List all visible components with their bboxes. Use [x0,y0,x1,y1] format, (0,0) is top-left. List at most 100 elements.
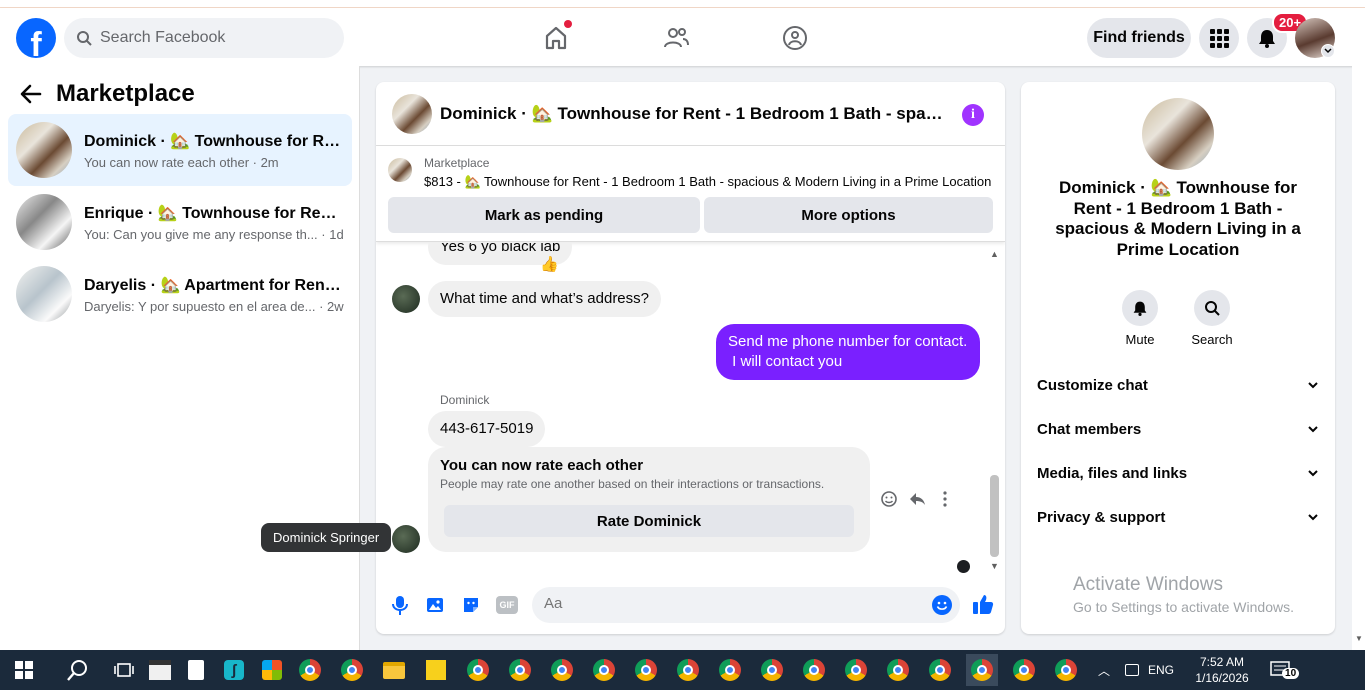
like-button[interactable] [972,593,994,615]
react-icon[interactable] [880,490,898,508]
message-input[interactable] [544,595,904,612]
chrome-profile-icon[interactable] [672,654,704,686]
network-icon[interactable] [1120,654,1144,686]
chrome-profile-icon[interactable] [1008,654,1040,686]
chrome-profile-icon[interactable] [546,654,578,686]
home-icon [545,26,567,50]
conversation-item[interactable]: Daryelis · 🏡 Apartment for Rent - spacio… [8,258,352,330]
action-center-count: 10 [1282,668,1300,679]
scroll-down-arrow[interactable]: ▼ [990,561,1000,571]
customize-chat-row[interactable]: Customize chat [1037,363,1319,407]
microphone-icon [392,596,408,615]
sticker-button[interactable] [461,595,481,615]
back-button[interactable] [20,84,42,109]
rating-card: You can now rate each other People may r… [428,447,870,552]
conversation-preview: You can now rate each other · 2m [84,154,279,170]
chrome-profile-icon[interactable] [504,654,536,686]
mark-pending-button[interactable]: Mark as pending [388,197,700,233]
thumbs-up-icon [973,595,994,614]
info-icon[interactable]: i [962,104,984,126]
scroll-up-arrow[interactable]: ▲ [990,249,1000,259]
chat-members-row[interactable]: Chat members [1037,407,1319,451]
privacy-support-row[interactable]: Privacy & support [1037,495,1319,539]
sender-avatar[interactable] [392,285,420,313]
listing-thumbnail [16,266,72,322]
search-input[interactable] [100,29,320,47]
conversation-item[interactable]: Enrique · 🏡 Townhouse for Rent - 1 Bedro… [8,186,352,258]
clapper-app-icon[interactable] [144,654,176,686]
info-title: Dominick · 🏡 Townhouse for Rent - 1 Bedr… [1055,178,1301,259]
chrome-profile-icon[interactable] [462,654,494,686]
listing-thumbnail [16,194,72,250]
message-list[interactable]: Yes 6 yo black lab 👍 What time and what’… [376,243,1005,583]
scrollbar-thumb[interactable] [990,475,999,557]
sender-avatar[interactable] [392,525,420,553]
clock[interactable]: 7:52 AM 1/16/2026 [1192,654,1252,686]
chrome-profile-icon[interactable] [588,654,620,686]
voice-clip-button[interactable] [390,594,410,616]
top-navigation-bar: f Find friends 20+ [0,8,1365,66]
task-view-icon[interactable] [108,654,140,686]
groups-tab[interactable] [779,22,811,54]
chrome-profile-icon[interactable] [630,654,662,686]
notepad-icon[interactable] [180,654,212,686]
scroll-down-arrow[interactable]: ▼ [1355,634,1363,643]
account-chevron[interactable] [1321,44,1335,58]
chrome-profile-icon[interactable] [798,654,830,686]
clock-time: 7:52 AM [1200,655,1245,669]
more-actions-icon[interactable] [936,490,954,508]
chrome-profile-icon-active[interactable] [966,654,998,686]
reply-icon[interactable] [908,490,926,508]
page-scrollbar[interactable]: ▼ [1352,66,1365,650]
mute-action[interactable]: Mute [1110,290,1170,347]
media-files-row[interactable]: Media, files and links [1037,451,1319,495]
chrome-profile-icon[interactable] [840,654,872,686]
facebook-logo[interactable]: f [16,18,56,58]
conversation-item[interactable]: Dominick · 🏡 Townhouse for Rent - 1 Bedr… [8,114,352,186]
chevron-down-icon [1308,514,1318,521]
chrome-profile-icon[interactable] [882,654,914,686]
listing-thumbnail [388,158,412,182]
search-action[interactable]: Search [1182,290,1242,347]
seen-avatar [957,560,970,573]
find-friends-button[interactable]: Find friends [1087,18,1191,58]
conversation-title: Daryelis · 🏡 Apartment for Rent - spacio… [84,276,344,294]
tray-chevron-up-icon[interactable]: ︿ [1088,654,1120,686]
listing-avatar[interactable] [1142,98,1214,170]
taskbar-search-icon[interactable] [62,654,94,686]
app-s-icon[interactable]: ʃ [218,654,250,686]
chrome-profile-icon[interactable] [924,654,956,686]
chat-avatar[interactable] [392,94,432,134]
action-center-icon[interactable]: 10 [1264,654,1300,686]
conversation-preview: You: Can you give me any response th... … [84,226,344,242]
chat-title[interactable]: Dominick · 🏡 Townhouse for Rent - 1 Bedr… [440,104,945,124]
friends-icon [664,28,689,48]
more-options-button[interactable]: More options [704,197,993,233]
thumbs-up-reaction[interactable]: 👍 [540,255,559,273]
chrome-profile-icon[interactable] [336,654,368,686]
chrome-profile-icon[interactable] [756,654,788,686]
file-explorer-icon[interactable] [378,654,410,686]
chat-info-panel: Dominick · 🏡 Townhouse for Rent - 1 Bedr… [1021,82,1335,634]
language-indicator[interactable]: ENG [1148,663,1174,677]
sticky-notes-icon[interactable] [420,654,452,686]
listing-title[interactable]: $813 - 🏡 Townhouse for Rent - 1 Bedroom … [424,174,994,190]
menu-button[interactable] [1199,18,1239,58]
search-box[interactable] [64,18,344,58]
search-label: Search [1191,332,1233,347]
store-icon[interactable] [256,654,288,686]
gif-icon[interactable]: GIF [496,596,518,614]
windows-start-icon[interactable] [8,654,40,686]
rate-dominick-button[interactable]: Rate Dominick [444,505,854,537]
attach-photo-button[interactable] [425,595,445,615]
chrome-icon[interactable] [294,654,326,686]
message-composer[interactable] [532,587,960,623]
chrome-profile-icon[interactable] [1050,654,1082,686]
home-tab[interactable] [540,20,572,54]
sender-tooltip: Dominick Springer [261,523,392,552]
grid-menu-icon [1210,29,1229,48]
friends-tab[interactable] [660,22,692,54]
chrome-profile-icon[interactable] [714,654,746,686]
emoji-icon[interactable] [932,595,952,615]
conversation-title: Dominick · 🏡 Townhouse for Rent - 1 Bedr… [84,132,344,150]
